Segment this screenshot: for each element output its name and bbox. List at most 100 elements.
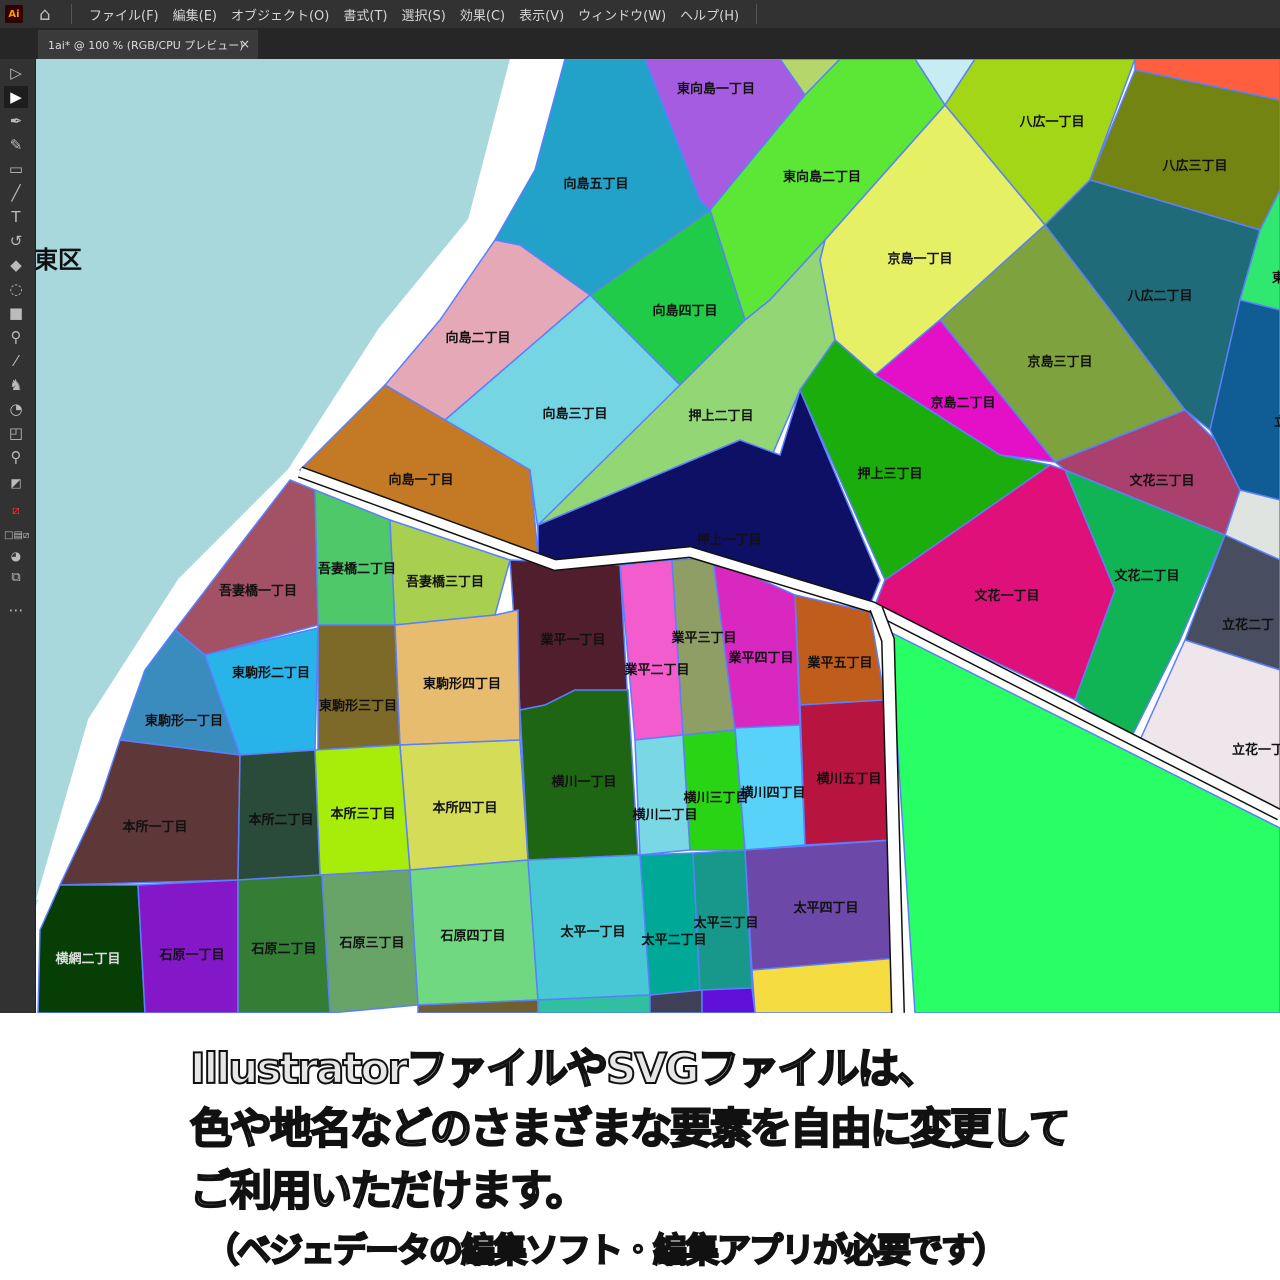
- label-edge-higashi: 東: [1272, 270, 1280, 286]
- menu-edit[interactable]: 編集(E): [173, 5, 217, 24]
- caption-area: IllustratorファイルやSVGファイルは、 色や地名などのさまざまな要素…: [0, 1013, 1280, 1280]
- menu-help[interactable]: ヘルプ(H): [680, 5, 739, 24]
- label-bunka3: 文花三丁目: [1129, 473, 1194, 489]
- label-ishiwara4: 石原四丁目: [439, 929, 505, 944]
- menu-object[interactable]: オブジェクト(O): [231, 5, 329, 24]
- label-honjo4: 本所四丁目: [432, 800, 497, 816]
- map-svg: 東区 向島五丁目 東向島一丁目 東向島二丁目 八広一丁目 八広三丁目 八広二丁目…: [36, 59, 1280, 1013]
- area-ishiwara1[interactable]: [137, 879, 239, 1013]
- width-tool-icon[interactable]: ⚲: [4, 326, 28, 348]
- menu-select[interactable]: 選択(S): [401, 5, 445, 24]
- curvature-tool-icon[interactable]: ✎: [4, 134, 28, 156]
- label-higashimukoujima2: 東向島二丁目: [783, 169, 861, 185]
- label-ishiwara3: 石原三丁目: [338, 936, 404, 951]
- caption-line-3: ご利用いただけます。: [189, 1165, 589, 1216]
- artboard-tool-icon[interactable]: ◰: [4, 422, 28, 444]
- caption-line-1: IllustratorファイルやSVGファイルは、: [189, 1043, 940, 1094]
- close-icon[interactable]: ×: [240, 37, 250, 51]
- fill-stroke-swap-icon[interactable]: ◩: [4, 472, 28, 494]
- menu-effect[interactable]: 効果(C): [460, 5, 505, 24]
- label-narihira1: 業平一丁目: [539, 632, 605, 648]
- caption-line-4: （ベジェデータの編集ソフト・編集アプリが必要です）: [204, 1230, 1008, 1272]
- area-yokokawa2[interactable]: [634, 734, 691, 856]
- divider: [756, 4, 758, 24]
- eraser-tool-icon[interactable]: ◆: [4, 254, 28, 276]
- label-komagata1: 東駒形一丁目: [145, 713, 223, 729]
- document-tab-title: 1ai* @ 100 % (RGB/CPU プレビュー): [48, 38, 244, 52]
- label-bunka2: 文花二丁目: [1114, 568, 1179, 584]
- label-oshiage1: 押上一丁目: [696, 532, 761, 548]
- label-yokokawa4: 横川四丁目: [740, 785, 805, 801]
- area-taihei2[interactable]: [639, 852, 701, 996]
- label-yokokawa5: 横川五丁目: [816, 771, 881, 787]
- more-tools-icon[interactable]: ⋯: [4, 599, 28, 621]
- label-narihira5: 業平五丁目: [806, 655, 872, 671]
- color-mode-icon[interactable]: □▤⧄: [4, 525, 29, 547]
- label-honjo1: 本所一丁目: [122, 819, 187, 835]
- selection-tool-icon[interactable]: ▷: [4, 62, 28, 84]
- area-komagata3[interactable]: [317, 624, 401, 751]
- label-narihira2: 業平二丁目: [623, 662, 689, 678]
- paintbrush-tool-icon[interactable]: ╱: [4, 182, 28, 204]
- label-taihei4: 太平四丁目: [792, 900, 858, 916]
- label-edge-tachi: 立: [1274, 414, 1280, 430]
- label-narihira3: 業平三丁目: [670, 630, 736, 646]
- menu-window[interactable]: ウィンドウ(W): [578, 5, 666, 24]
- label-mukoujima1: 向島一丁目: [388, 472, 453, 488]
- label-ishiwara2: 石原二丁目: [250, 942, 316, 957]
- menu-type[interactable]: 書式(T): [343, 5, 387, 24]
- label-oshiage2: 押上二丁目: [688, 408, 753, 424]
- rectangle-tool-icon[interactable]: ▭: [4, 158, 28, 180]
- label-yokoami2: 横網二丁目: [55, 951, 120, 967]
- tools-panel: ▷ ▶ ✒ ✎ ▭ ╱ T ↺ ◆ ◌ ■ ⚲ ⁄ ♞ ◔ ◰ ⚲ ◩ ⧄ □▤…: [0, 59, 36, 1013]
- artboard-map: 東区 向島五丁目 東向島一丁目 東向島二丁目 八広一丁目 八広三丁目 八広二丁目…: [36, 59, 1280, 1013]
- app-logo: Ai: [5, 5, 23, 23]
- label-honjo2: 本所二丁目: [248, 812, 313, 828]
- document-tab[interactable]: 1ai* @ 100 % (RGB/CPU プレビュー) ×: [38, 30, 258, 59]
- pen-tool-icon[interactable]: ✒: [4, 110, 28, 132]
- gradient-tool-icon[interactable]: ■: [4, 302, 28, 324]
- label-yahiro3: 八広三丁目: [1161, 158, 1227, 174]
- label-ishiwara1: 石原一丁目: [158, 948, 224, 963]
- label-taihei1: 太平一丁目: [559, 924, 625, 940]
- label-azumabashi3: 吾妻橋三丁目: [406, 574, 484, 590]
- ward-label: 東区: [36, 246, 82, 274]
- area-yokoami2[interactable]: [37, 884, 146, 1013]
- menu-view[interactable]: 表示(V): [519, 5, 564, 24]
- divider: [71, 4, 72, 24]
- menu-file[interactable]: ファイル(F): [89, 5, 159, 24]
- menu-bar: Ai ⌂ ファイル(F) 編集(E) オブジェクト(O) 書式(T) 選択(S)…: [0, 0, 1280, 28]
- label-tachibana1: 立花一丁: [1232, 742, 1280, 758]
- label-mukoujima5: 向島五丁目: [563, 176, 628, 192]
- eyedropper-tool-icon[interactable]: ⁄: [4, 350, 28, 372]
- label-yokokawa3: 横川三丁目: [683, 790, 748, 806]
- puppet-warp-tool-icon[interactable]: ♞: [4, 374, 28, 396]
- label-narihira4: 業平四丁目: [727, 650, 793, 666]
- label-komagata2: 東駒形二丁目: [232, 665, 310, 681]
- area-yokokawa3[interactable]: [682, 729, 746, 851]
- label-mukoujima2: 向島二丁目: [445, 330, 510, 346]
- rotate-tool-icon[interactable]: ↺: [4, 230, 28, 252]
- type-tool-icon[interactable]: T: [4, 206, 28, 228]
- drawing-mode-icon[interactable]: ◕: [4, 545, 28, 567]
- label-bunka1: 文花一丁目: [974, 588, 1039, 604]
- shape-builder-tool-icon[interactable]: ◔: [4, 398, 28, 420]
- label-kyojima1: 京島一丁目: [887, 251, 952, 267]
- label-honjo3: 本所三丁目: [330, 806, 395, 822]
- home-icon[interactable]: ⌂: [39, 4, 61, 25]
- label-mukoujima3: 向島三丁目: [542, 406, 607, 422]
- direct-selection-tool-icon[interactable]: ▶: [4, 86, 28, 108]
- lasso-tool-icon[interactable]: ◌: [4, 278, 28, 300]
- label-azumabashi2: 吾妻橋二丁目: [318, 561, 396, 577]
- screen-mode-icon[interactable]: ⧉: [4, 567, 28, 589]
- label-oshiage3: 押上三丁目: [857, 466, 922, 482]
- label-komagata3: 東駒形三丁目: [319, 698, 397, 714]
- zoom-tool-icon[interactable]: ⚲: [4, 446, 28, 468]
- label-yokokawa2: 横川二丁目: [632, 807, 697, 823]
- label-higashimukoujima1: 東向島一丁目: [677, 81, 755, 97]
- fill-stroke-icon[interactable]: ⧄: [4, 499, 28, 521]
- area-bottom-4[interactable]: [701, 987, 756, 1013]
- label-taihei3: 太平三丁目: [692, 915, 758, 931]
- label-yokokawa1: 横川一丁目: [551, 774, 616, 790]
- label-azumabashi1: 吾妻橋一丁目: [219, 583, 297, 599]
